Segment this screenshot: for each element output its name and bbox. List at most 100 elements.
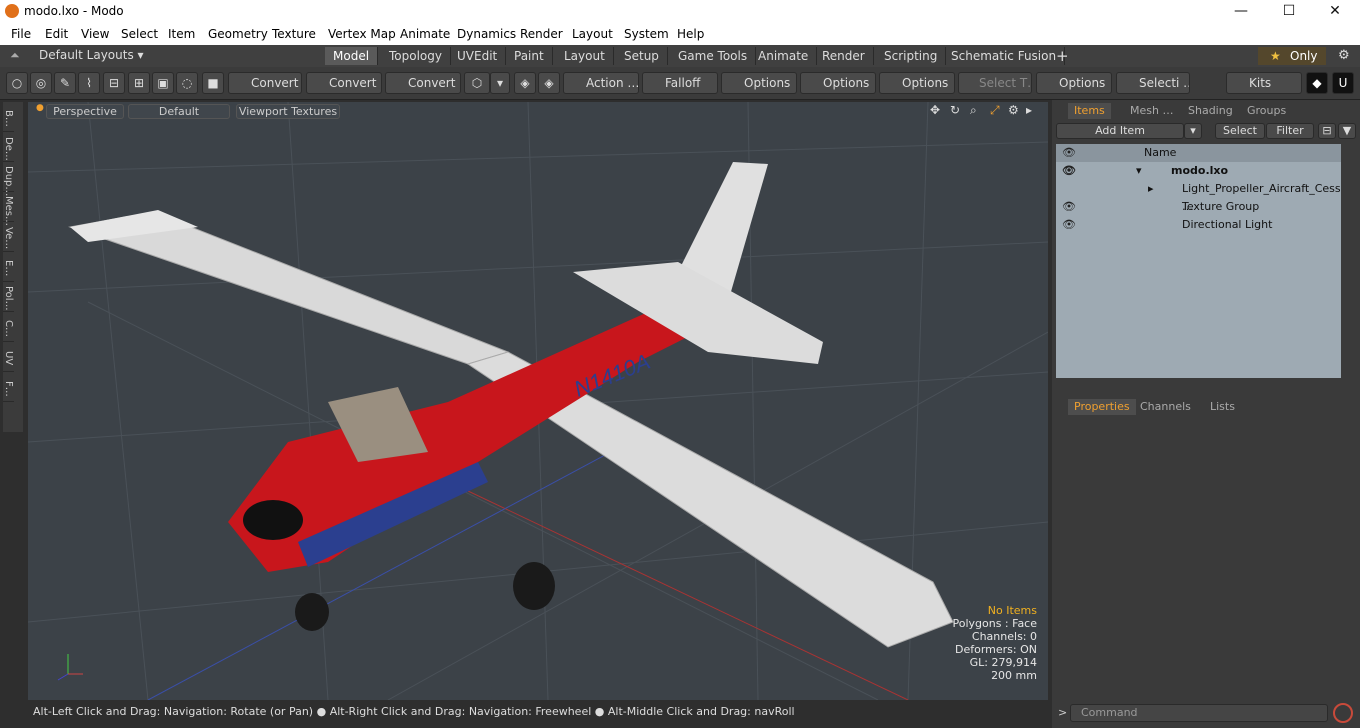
menu-texture[interactable]: Texture [272,27,316,41]
menu-edit[interactable]: Edit [45,27,68,41]
left-tab[interactable]: Dup… [3,162,14,196]
snap-cube-icon[interactable]: ⬡ [464,72,490,94]
viewport-textures-dropdown[interactable]: Viewport Textures [236,104,340,119]
tab-properties[interactable]: Properties [1068,399,1136,415]
add-tab-icon[interactable]: + [1048,47,1077,65]
left-tab[interactable]: C… [3,312,14,342]
viewport-more-icon[interactable]: ▸ [1026,103,1032,117]
tab-layout[interactable]: Layout [556,47,614,65]
item-mode-icon[interactable]: ▣ [152,72,174,94]
tab-items[interactable]: Items [1068,103,1111,119]
tab-mesh[interactable]: Mesh … [1124,103,1179,119]
tab-schematic-fusion[interactable]: Schematic Fusion [943,47,1066,65]
menu-render[interactable]: Render [520,27,563,41]
options-button-3[interactable]: Options [879,72,955,94]
menu-geometry[interactable]: Geometry [208,27,268,41]
tab-paint[interactable]: Paint [506,47,553,65]
menu-item[interactable]: Item [168,27,195,41]
tab-shading[interactable]: Shading [1182,103,1239,119]
rotate-icon[interactable]: ↻ [950,103,960,117]
add-item-chevron-icon[interactable]: ▾ [1184,123,1202,139]
perspective-dropdown[interactable]: Perspective [46,104,124,119]
tree-row[interactable]: 👁 ▾ modo.lxo [1056,162,1341,180]
menu-help[interactable]: Help [677,27,704,41]
close-button[interactable]: ✕ [1312,2,1358,22]
tab-uvedit[interactable]: UVEdit [449,47,507,65]
options-button-1[interactable]: Options [721,72,797,94]
command-input[interactable]: Command [1070,704,1328,722]
unity-icon[interactable]: ◆ [1306,72,1328,94]
menu-select[interactable]: Select [121,27,158,41]
tab-channels[interactable]: Channels [1134,399,1197,415]
menu-dynamics[interactable]: Dynamics [457,27,516,41]
menu-file[interactable]: File [11,27,31,41]
tree-row[interactable]: 👁 Directional Light [1056,216,1341,234]
left-tab[interactable]: Ve… [3,222,14,252]
record-icon[interactable] [1333,703,1353,723]
kits-button[interactable]: Kits [1226,72,1302,94]
maximize-viewport-icon[interactable]: ⤢ [990,103,1000,118]
left-tab[interactable]: Pol… [3,282,14,312]
symmetry-icon[interactable]: ◈ [514,72,536,94]
selection-button[interactable]: Selecti … [1116,72,1190,94]
minimize-button[interactable]: — [1218,2,1264,22]
left-tab[interactable]: B… [3,102,14,132]
unreal-icon[interactable]: U [1332,72,1354,94]
select-vertices-icon[interactable]: ○ [6,72,28,94]
convert-button-1[interactable]: Convert [228,72,302,94]
tab-game-tools[interactable]: Game Tools [670,47,757,65]
falloff-button[interactable]: Falloff [642,72,718,94]
viewport-settings-icon[interactable]: ⚙ [1008,103,1019,117]
select-through-button[interactable]: Select T… [958,72,1032,94]
collapse-icon[interactable]: ⊟ [1318,123,1336,139]
select-globe-icon[interactable]: ◎ [30,72,52,94]
select-button[interactable]: Select [1215,123,1265,139]
dropdown-chevron-icon[interactable]: ▾ [490,72,510,94]
eye-icon[interactable]: 👁 [1062,198,1076,216]
pen-tool-icon[interactable]: ✎ [54,72,76,94]
zoom-icon[interactable]: ⌕ [970,103,977,118]
tab-model[interactable]: Model [325,47,379,65]
funnel-icon[interactable]: ▼ [1338,123,1356,139]
left-tab[interactable]: De… [3,132,14,162]
eye-icon[interactable]: 👁 [1062,162,1076,180]
menu-view[interactable]: View [81,27,109,41]
layout-arrows-icon[interactable]: ⏶ [10,48,20,63]
options-button-2[interactable]: Options [800,72,876,94]
options-button-4[interactable]: Options [1036,72,1112,94]
material-mode-icon[interactable]: ◌ [176,72,198,94]
menu-animate[interactable]: Animate [400,27,450,41]
left-tab[interactable]: E… [3,252,14,282]
menu-layout[interactable]: Layout [572,27,613,41]
convert-button-3[interactable]: Convert [385,72,461,94]
tree-row[interactable]: 👁 Texture Group [1056,198,1341,216]
action-center-button[interactable]: Action … [563,72,639,94]
workplane-icon[interactable]: ◈ [538,72,560,94]
eye-icon[interactable]: 👁 [1062,216,1076,234]
expand-icon[interactable]: ▾ [1136,162,1142,180]
tab-setup[interactable]: Setup [616,47,668,65]
tab-scripting[interactable]: Scripting [876,47,947,65]
left-tab[interactable]: F… [3,372,14,402]
default-layouts-dropdown[interactable]: Default Layouts ▾ [39,48,144,62]
settings-gear-icon[interactable]: ⚙ [1330,47,1358,65]
tab-groups[interactable]: Groups [1241,103,1292,119]
cube-icon[interactable]: ■ [202,72,224,94]
filter-button[interactable]: Filter [1266,123,1314,139]
menu-vertex-map[interactable]: Vertex Map [328,27,396,41]
tab-topology[interactable]: Topology [381,47,451,65]
shading-default-dropdown[interactable]: Default [128,104,230,119]
left-tab[interactable]: Mes… [3,192,14,226]
maximize-button[interactable]: ☐ [1266,2,1312,22]
tree-row[interactable]: ▸ Light_Propeller_Aircraft_Cess … [1056,180,1341,213]
tab-animate[interactable]: Animate [750,47,818,65]
expand-icon[interactable]: ▸ [1148,180,1154,198]
add-item-button[interactable]: Add Item [1056,123,1184,139]
convert-button-2[interactable]: Convert [306,72,382,94]
pan-icon[interactable]: ✥ [930,103,940,117]
menu-system[interactable]: System [624,27,669,41]
viewport-menu-dot-icon[interactable]: ● [36,103,44,113]
left-tab[interactable]: UV [3,342,14,372]
only-toggle[interactable]: ★ Only [1258,47,1326,65]
edges-icon[interactable]: ⊟ [103,72,125,94]
